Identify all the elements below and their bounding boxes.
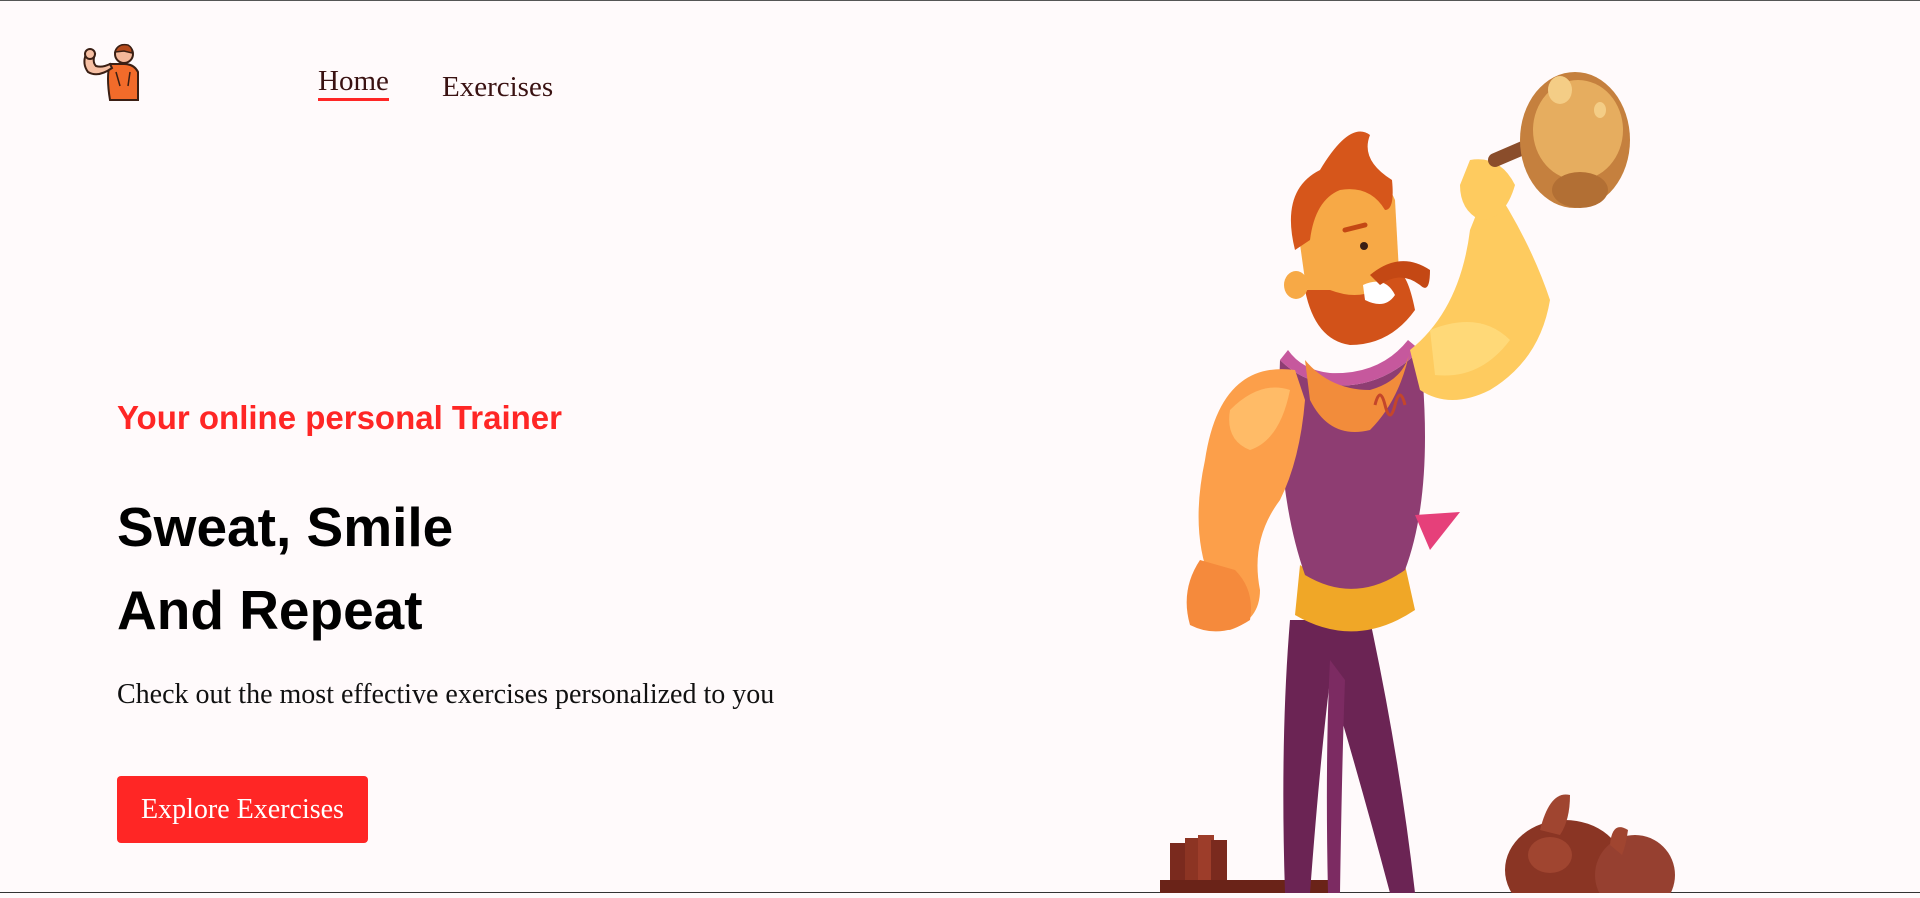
hero-illustration <box>1130 60 1730 898</box>
bodybuilder-logo-icon <box>83 43 139 101</box>
hero-title-line-2: And Repeat <box>117 579 423 641</box>
hero-description: Check out the most effective exercises p… <box>117 679 775 710</box>
hero-title: Sweat, Smile And Repeat <box>117 486 453 652</box>
strongman-kettlebell-illustration <box>1160 72 1675 898</box>
nav-link-exercises[interactable]: Exercises <box>442 70 553 104</box>
nav-link-home[interactable]: Home <box>318 64 389 101</box>
logo-icon[interactable] <box>80 42 142 102</box>
hero-tagline: Your online personal Trainer <box>117 399 562 436</box>
floor-weights <box>1160 794 1675 898</box>
explore-exercises-button[interactable]: Explore Exercises <box>117 776 368 843</box>
hero-title-line-1: Sweat, Smile <box>117 496 454 558</box>
